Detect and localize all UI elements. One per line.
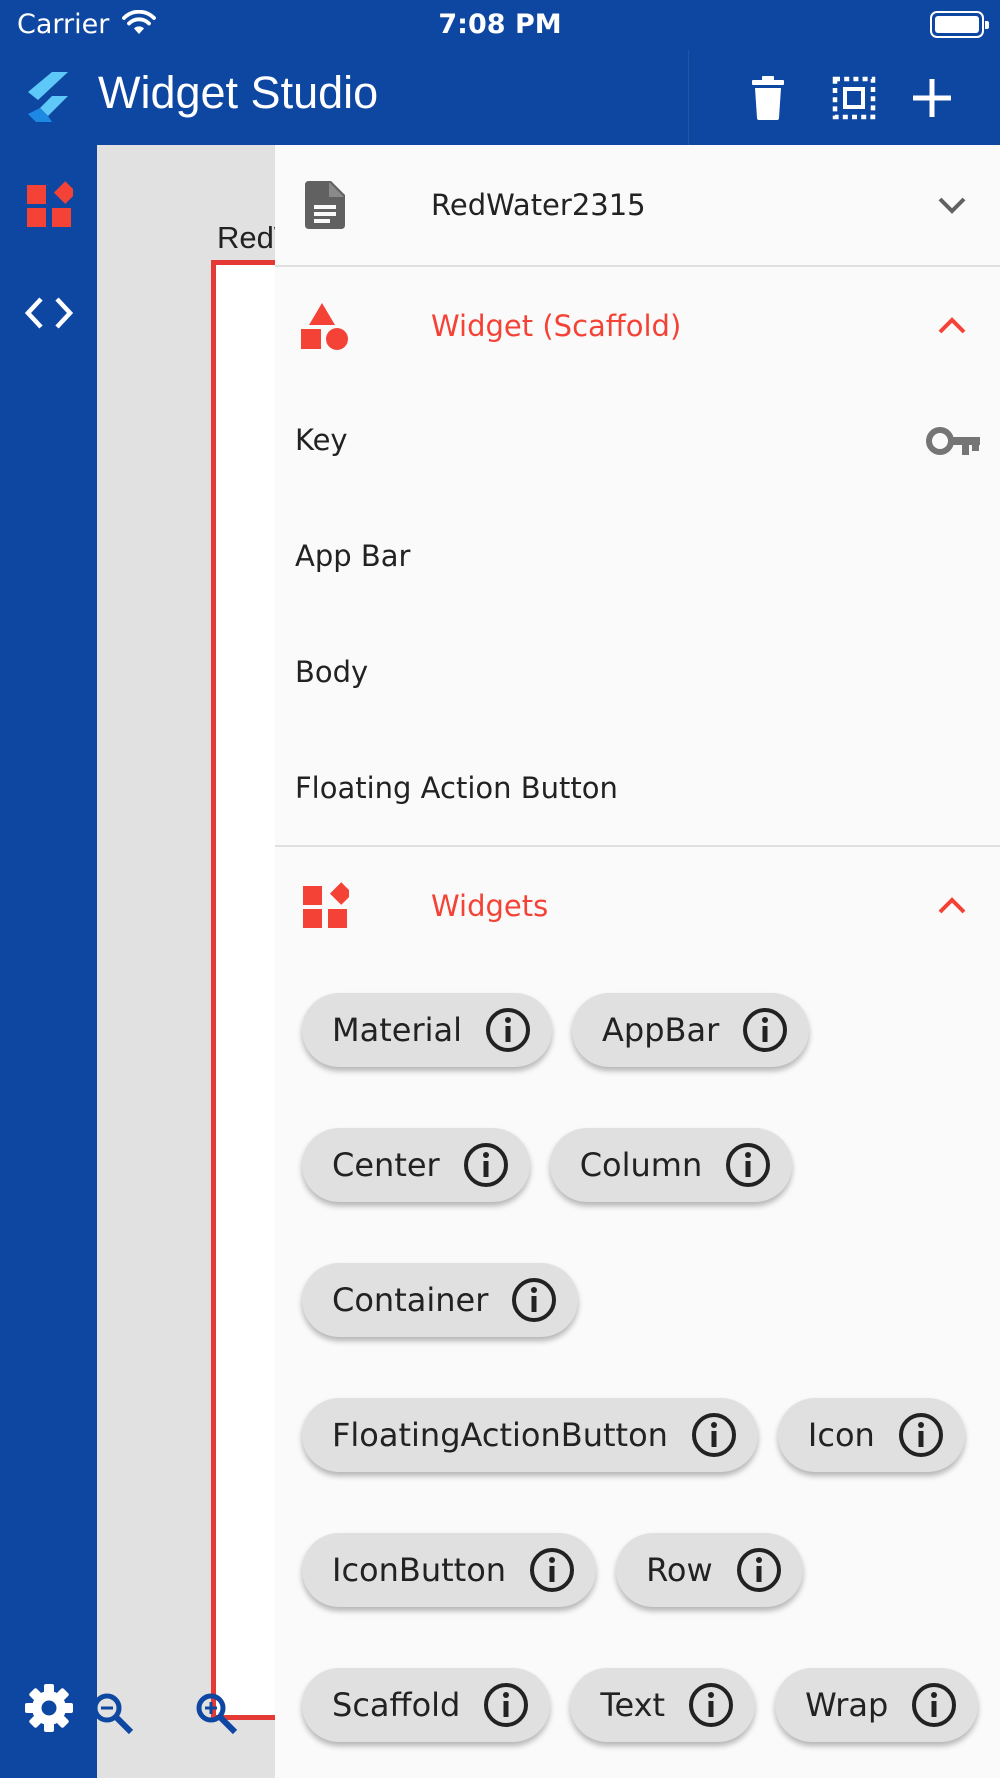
zoom-in-icon xyxy=(196,1693,238,1735)
app-title: Widget Studio xyxy=(98,67,379,118)
chip-row: IconButton Row xyxy=(302,1533,803,1607)
property-label: Key xyxy=(295,423,348,457)
widget-chip[interactable]: Scaffold xyxy=(302,1668,551,1742)
widget-chip-label: IconButton xyxy=(332,1551,507,1589)
select-all-icon xyxy=(832,76,876,120)
navigation-rail xyxy=(0,145,97,1778)
widget-chip-label: Container xyxy=(332,1281,489,1319)
property-key[interactable]: Key xyxy=(295,423,985,457)
status-time: 7:08 PM xyxy=(438,9,562,40)
info-icon[interactable] xyxy=(724,1141,772,1189)
battery-icon xyxy=(930,11,989,38)
widgets-icon xyxy=(299,880,351,932)
app-bar: Widget Studio xyxy=(0,50,1000,145)
widget-chip[interactable]: AppBar xyxy=(572,993,810,1067)
chevron-down-icon[interactable] xyxy=(934,187,970,223)
widget-chip[interactable]: FloatingActionButton xyxy=(302,1398,758,1472)
widget-chip-label: Column xyxy=(579,1146,703,1184)
widget-chip[interactable]: Container xyxy=(302,1263,579,1337)
add-icon xyxy=(913,79,951,117)
chip-row: Center Column xyxy=(302,1128,793,1202)
info-icon[interactable] xyxy=(735,1546,783,1594)
chevron-up-icon[interactable] xyxy=(934,888,970,924)
settings-icon xyxy=(25,1684,73,1732)
settings-button[interactable] xyxy=(22,1681,76,1735)
document-icon xyxy=(299,179,351,231)
code-nav-button[interactable] xyxy=(22,286,76,340)
property-label: App Bar xyxy=(295,539,411,573)
widget-section-title: Widget (Scaffold) xyxy=(431,309,682,343)
widget-chip[interactable]: Column xyxy=(549,1128,793,1202)
widget-chip-label: Material xyxy=(332,1011,462,1049)
properties-panel: RedWater2315 Widget (Scaffold) Key App B… xyxy=(275,145,1000,1778)
zoom-out-button[interactable] xyxy=(97,1690,137,1738)
chip-row: Material AppBar xyxy=(302,993,810,1067)
widget-chip-label: Text xyxy=(600,1686,666,1724)
widget-chip[interactable]: IconButton xyxy=(302,1533,597,1607)
add-button[interactable] xyxy=(906,72,958,124)
widget-chip-label: AppBar xyxy=(602,1011,720,1049)
info-icon[interactable] xyxy=(510,1276,558,1324)
zoom-in-button[interactable] xyxy=(193,1690,241,1738)
chip-row: FloatingActionButton Icon xyxy=(302,1398,965,1472)
property-floating-action-button[interactable]: Floating Action Button xyxy=(295,771,985,805)
widget-chip-label: Scaffold xyxy=(332,1686,461,1724)
info-icon[interactable] xyxy=(484,1006,532,1054)
info-icon[interactable] xyxy=(690,1411,738,1459)
widget-chip[interactable]: Center xyxy=(302,1128,530,1202)
widgets-icon xyxy=(27,181,73,227)
info-icon[interactable] xyxy=(687,1681,735,1729)
info-icon[interactable] xyxy=(462,1141,510,1189)
delete-icon xyxy=(752,76,784,120)
code-icon xyxy=(25,297,73,329)
canvas-frame[interactable] xyxy=(211,260,275,1720)
info-icon[interactable] xyxy=(741,1006,789,1054)
property-body[interactable]: Body xyxy=(295,655,985,689)
widget-chip[interactable]: Icon xyxy=(777,1398,965,1472)
info-icon[interactable] xyxy=(910,1681,958,1729)
key-icon[interactable] xyxy=(926,425,980,461)
info-icon[interactable] xyxy=(897,1411,945,1459)
widgets-section-title: Widgets xyxy=(431,889,549,923)
property-app-bar[interactable]: App Bar xyxy=(295,539,985,573)
status-bar: Carrier 7:08 PM xyxy=(0,0,1000,50)
widget-chip-label: FloatingActionButton xyxy=(332,1416,668,1454)
flutter-logo-icon xyxy=(24,70,72,128)
property-label: Body xyxy=(295,655,369,689)
canvas-title: RedWater2315 xyxy=(217,220,275,255)
widget-chip-label: Icon xyxy=(807,1416,875,1454)
app-bar-divider xyxy=(688,50,689,145)
widgets-section-header[interactable]: Widgets xyxy=(275,846,1000,966)
delete-button[interactable] xyxy=(742,72,794,124)
widget-chip[interactable]: Text xyxy=(570,1668,756,1742)
property-label: Floating Action Button xyxy=(295,771,618,805)
widget-chip[interactable]: Material xyxy=(302,993,552,1067)
file-section-header[interactable]: RedWater2315 xyxy=(275,145,1000,265)
file-section-title: RedWater2315 xyxy=(431,188,646,222)
chevron-up-icon[interactable] xyxy=(934,308,970,344)
widgets-nav-button[interactable] xyxy=(22,178,76,232)
widget-chip-label: Row xyxy=(646,1551,713,1589)
widget-chip-label: Center xyxy=(332,1146,440,1184)
widget-chip[interactable]: Row xyxy=(616,1533,803,1607)
chip-row: Container xyxy=(302,1263,579,1337)
info-icon[interactable] xyxy=(482,1681,530,1729)
widget-section-header[interactable]: Widget (Scaffold) xyxy=(275,266,1000,386)
canvas-area[interactable]: RedWater2315 xyxy=(97,145,275,1778)
shapes-icon xyxy=(299,300,351,352)
select-all-button[interactable] xyxy=(828,72,880,124)
chip-row: Scaffold Text Wrap xyxy=(302,1668,979,1742)
widget-chip-label: Wrap xyxy=(805,1686,889,1724)
widget-chip[interactable]: Wrap xyxy=(775,1668,979,1742)
info-icon[interactable] xyxy=(528,1546,576,1594)
zoom-out-icon xyxy=(97,1693,134,1735)
